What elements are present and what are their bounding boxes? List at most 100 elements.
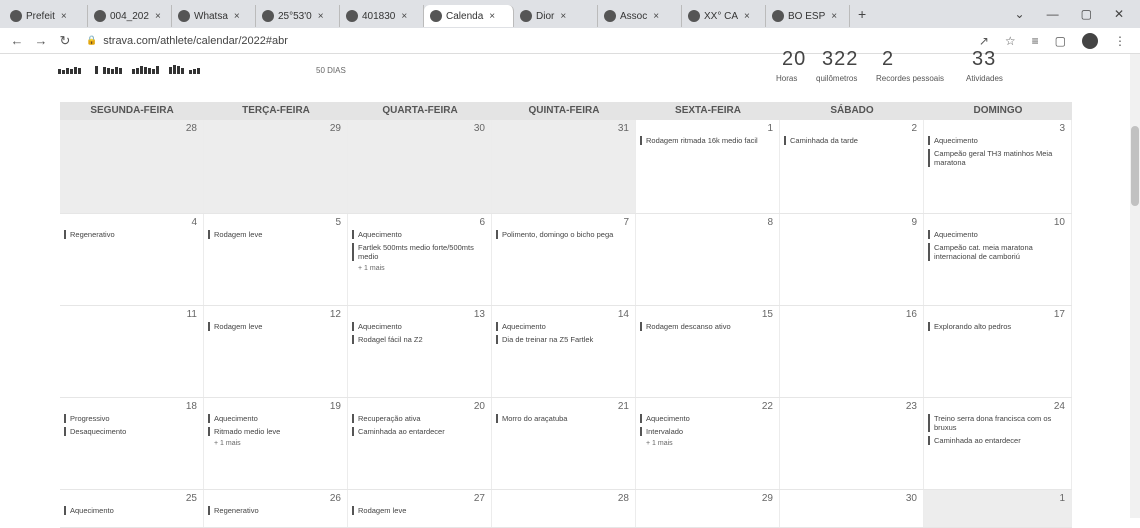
activity-entry[interactable]: Aquecimento [640,414,775,423]
calendar-day[interactable]: 26 Regenerativo [204,490,348,527]
url-field[interactable]: 🔒 strava.com/athlete/calendar/2022#abr [86,35,288,47]
close-tab-icon[interactable]: × [234,11,240,22]
browser-tab[interactable]: Assoc × [598,5,682,27]
browser-tab[interactable]: BO ESP × [766,5,850,27]
calendar-day[interactable]: 1 Rodagem ritmada 16k medio facil [636,120,780,213]
browser-tab[interactable]: Prefeit × [4,5,88,27]
minimize-icon[interactable]: — [1047,7,1059,21]
activity-entry[interactable]: Campeão geral TH3 matinhos Meia maratona [928,149,1067,167]
calendar-day[interactable]: 7 Polimento, domingo o bicho pega [492,214,636,305]
calendar-day[interactable]: 29 [204,120,348,213]
activity-entry[interactable]: Rodagel fácil na Z2 [352,335,487,344]
activity-entry[interactable]: Rodagem descanso ativo [640,322,775,331]
calendar-day[interactable]: 1 [924,490,1072,527]
close-tab-icon[interactable]: × [831,11,837,22]
activity-entry[interactable]: Aquecimento [496,322,631,331]
activity-entry[interactable]: Regenerativo [64,230,199,239]
activity-entry[interactable]: Aquecimento [208,414,343,423]
calendar-day[interactable]: 30 [348,120,492,213]
calendar-day[interactable]: 22 Aquecimento Intervalado + 1 mais [636,398,780,489]
browser-tab[interactable]: Calenda × [424,5,514,27]
activity-entry[interactable]: Treino serra dona francisca com os bruxu… [928,414,1067,432]
activity-entry[interactable]: Ritmado medio leve [208,427,343,436]
activity-entry[interactable]: Rodagem leve [352,506,487,515]
calendar-day[interactable]: 8 [636,214,780,305]
calendar-day[interactable]: 23 [780,398,924,489]
browser-tab[interactable]: Dior × [514,5,598,27]
more-activities-link[interactable]: + 1 mais [640,440,775,447]
calendar-day[interactable]: 28 [492,490,636,527]
calendar-day[interactable]: 29 [636,490,780,527]
calendar-day[interactable]: 24 Treino serra dona francisca com os bru… [924,398,1072,489]
calendar-day[interactable]: 2 Caminhada da tarde [780,120,924,213]
calendar-day[interactable]: 11 [60,306,204,397]
activity-entry[interactable]: Progressivo [64,414,199,423]
profile-avatar[interactable] [1082,32,1098,49]
activity-entry[interactable]: Polimento, domingo o bicho pega [496,230,631,239]
activity-entry[interactable]: Aquecimento [928,230,1067,239]
more-activities-link[interactable]: + 1 mais [208,440,343,447]
browser-tab[interactable]: 004_202 × [88,5,172,27]
calendar-day[interactable]: 25 Aquecimento [60,490,204,527]
maximize-icon[interactable]: ▢ [1081,7,1092,21]
close-tab-icon[interactable]: × [155,11,161,22]
new-tab-button[interactable]: + [850,6,874,22]
close-tab-icon[interactable]: × [744,11,750,22]
close-tab-icon[interactable]: × [401,11,407,22]
browser-tab[interactable]: XX° CA × [682,5,766,27]
activity-entry[interactable]: Intervalado [640,427,775,436]
menu-icon[interactable]: ⋮ [1114,34,1126,48]
close-tab-icon[interactable]: × [318,11,324,22]
browser-tab[interactable]: Whatsa × [172,5,256,27]
calendar-day[interactable]: 13 Aquecimento Rodagel fácil na Z2 [348,306,492,397]
activity-entry[interactable]: Regenerativo [208,506,343,515]
activity-entry[interactable]: Caminhada ao entardecer [928,436,1067,445]
activity-entry[interactable]: Morro do araçatuba [496,414,631,423]
activity-entry[interactable]: Fartlek 500mts medio forte/500mts medio [352,243,487,261]
activity-entry[interactable]: Rodagem ritmada 16k medio facil [640,136,775,145]
calendar-day[interactable]: 20 Recuperação ativa Caminhada ao entardec… [348,398,492,489]
activity-entry[interactable]: Aquecimento [352,322,487,331]
activity-entry[interactable]: Desaquecimento [64,427,199,436]
calendar-day[interactable]: 31 [492,120,636,213]
close-tab-icon[interactable]: × [653,11,659,22]
calendar-day[interactable]: 4 Regenerativo [60,214,204,305]
reload-icon[interactable]: ↻ [58,33,72,49]
scrollbar-thumb[interactable] [1131,126,1139,206]
calendar-day[interactable]: 27 Rodagem leve [348,490,492,527]
share-icon[interactable]: ↗ [979,34,989,48]
activity-entry[interactable]: Rodagem leve [208,322,343,331]
calendar-day[interactable]: 14 Aquecimento Dia de treinar na Z5 Fartle… [492,306,636,397]
more-activities-link[interactable]: + 1 mais [352,265,487,272]
activity-entry[interactable]: Explorando alto pedros [928,322,1067,331]
activity-entry[interactable]: Recuperação ativa [352,414,487,423]
calendar-day[interactable]: 5 Rodagem leve [204,214,348,305]
calendar-day[interactable]: 30 [780,490,924,527]
side-panel-icon[interactable]: ▢ [1055,34,1066,48]
calendar-day[interactable]: 3 Aquecimento Campeão geral TH3 matinhos M… [924,120,1072,213]
browser-tab[interactable]: 401830 × [340,5,424,27]
chevron-down-icon[interactable]: ⌄ [1015,7,1025,21]
calendar-day[interactable]: 12 Rodagem leve [204,306,348,397]
calendar-day[interactable]: 9 [780,214,924,305]
close-tab-icon[interactable]: × [61,11,67,22]
close-tab-icon[interactable]: × [560,11,566,22]
activity-entry[interactable]: Caminhada da tarde [784,136,919,145]
close-window-icon[interactable]: ✕ [1114,7,1124,21]
activity-entry[interactable]: Campeão cat. meia maratona internacional… [928,243,1067,261]
calendar-day[interactable]: 19 Aquecimento Ritmado medio leve + 1 mais [204,398,348,489]
calendar-day[interactable]: 28 [60,120,204,213]
forward-icon[interactable]: → [34,33,48,48]
calendar-day[interactable]: 15 Rodagem descanso ativo [636,306,780,397]
calendar-day[interactable]: 21 Morro do araçatuba [492,398,636,489]
scrollbar[interactable] [1130,54,1140,518]
browser-tab[interactable]: 25°53'0 × [256,5,340,27]
calendar-day[interactable]: 16 [780,306,924,397]
back-icon[interactable]: ← [10,33,24,48]
bookmark-star-icon[interactable]: ☆ [1005,34,1016,48]
reading-list-icon[interactable]: ≡ [1032,34,1039,48]
calendar-day[interactable]: 18 Progressivo Desaquecimento [60,398,204,489]
activity-entry[interactable]: Caminhada ao entardecer [352,427,487,436]
calendar-day[interactable]: 10 Aquecimento Campeão cat. meia maratona … [924,214,1072,305]
close-tab-icon[interactable]: × [489,11,495,22]
